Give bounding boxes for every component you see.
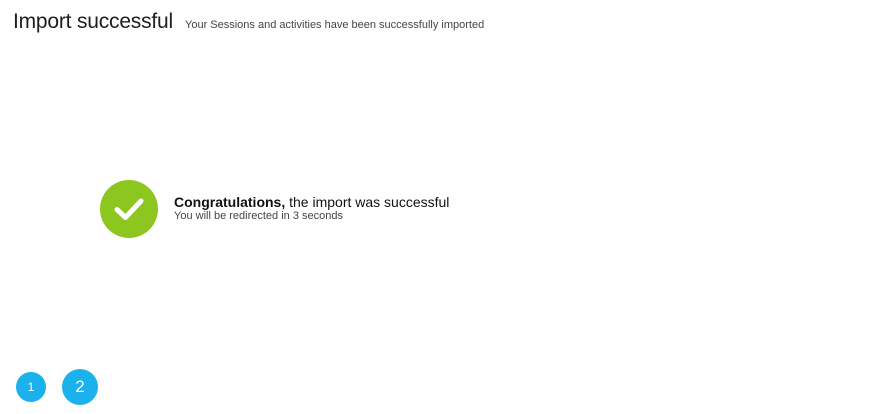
step-indicator: 1 2 xyxy=(16,369,98,405)
page-title: Import successful xyxy=(13,10,173,33)
import-success-panel: Congratulations, the import was successf… xyxy=(100,180,449,238)
success-headline: Congratulations, the import was successf… xyxy=(174,194,449,210)
import-result-page: Import successful Your Sessions and acti… xyxy=(0,0,877,414)
success-headline-text: the import was successful xyxy=(285,193,450,210)
success-headline-bold: Congratulations, xyxy=(174,193,286,210)
step-2-button[interactable]: 2 xyxy=(62,369,98,405)
page-subtitle: Your Sessions and activities have been s… xyxy=(185,19,485,31)
success-message: Congratulations, the import was successf… xyxy=(174,194,449,223)
step-1-button[interactable]: 1 xyxy=(16,372,46,402)
check-icon xyxy=(100,180,158,238)
redirect-notice: You will be redirected in 3 seconds xyxy=(174,209,343,222)
page-header: Import successful Your Sessions and acti… xyxy=(13,10,484,34)
